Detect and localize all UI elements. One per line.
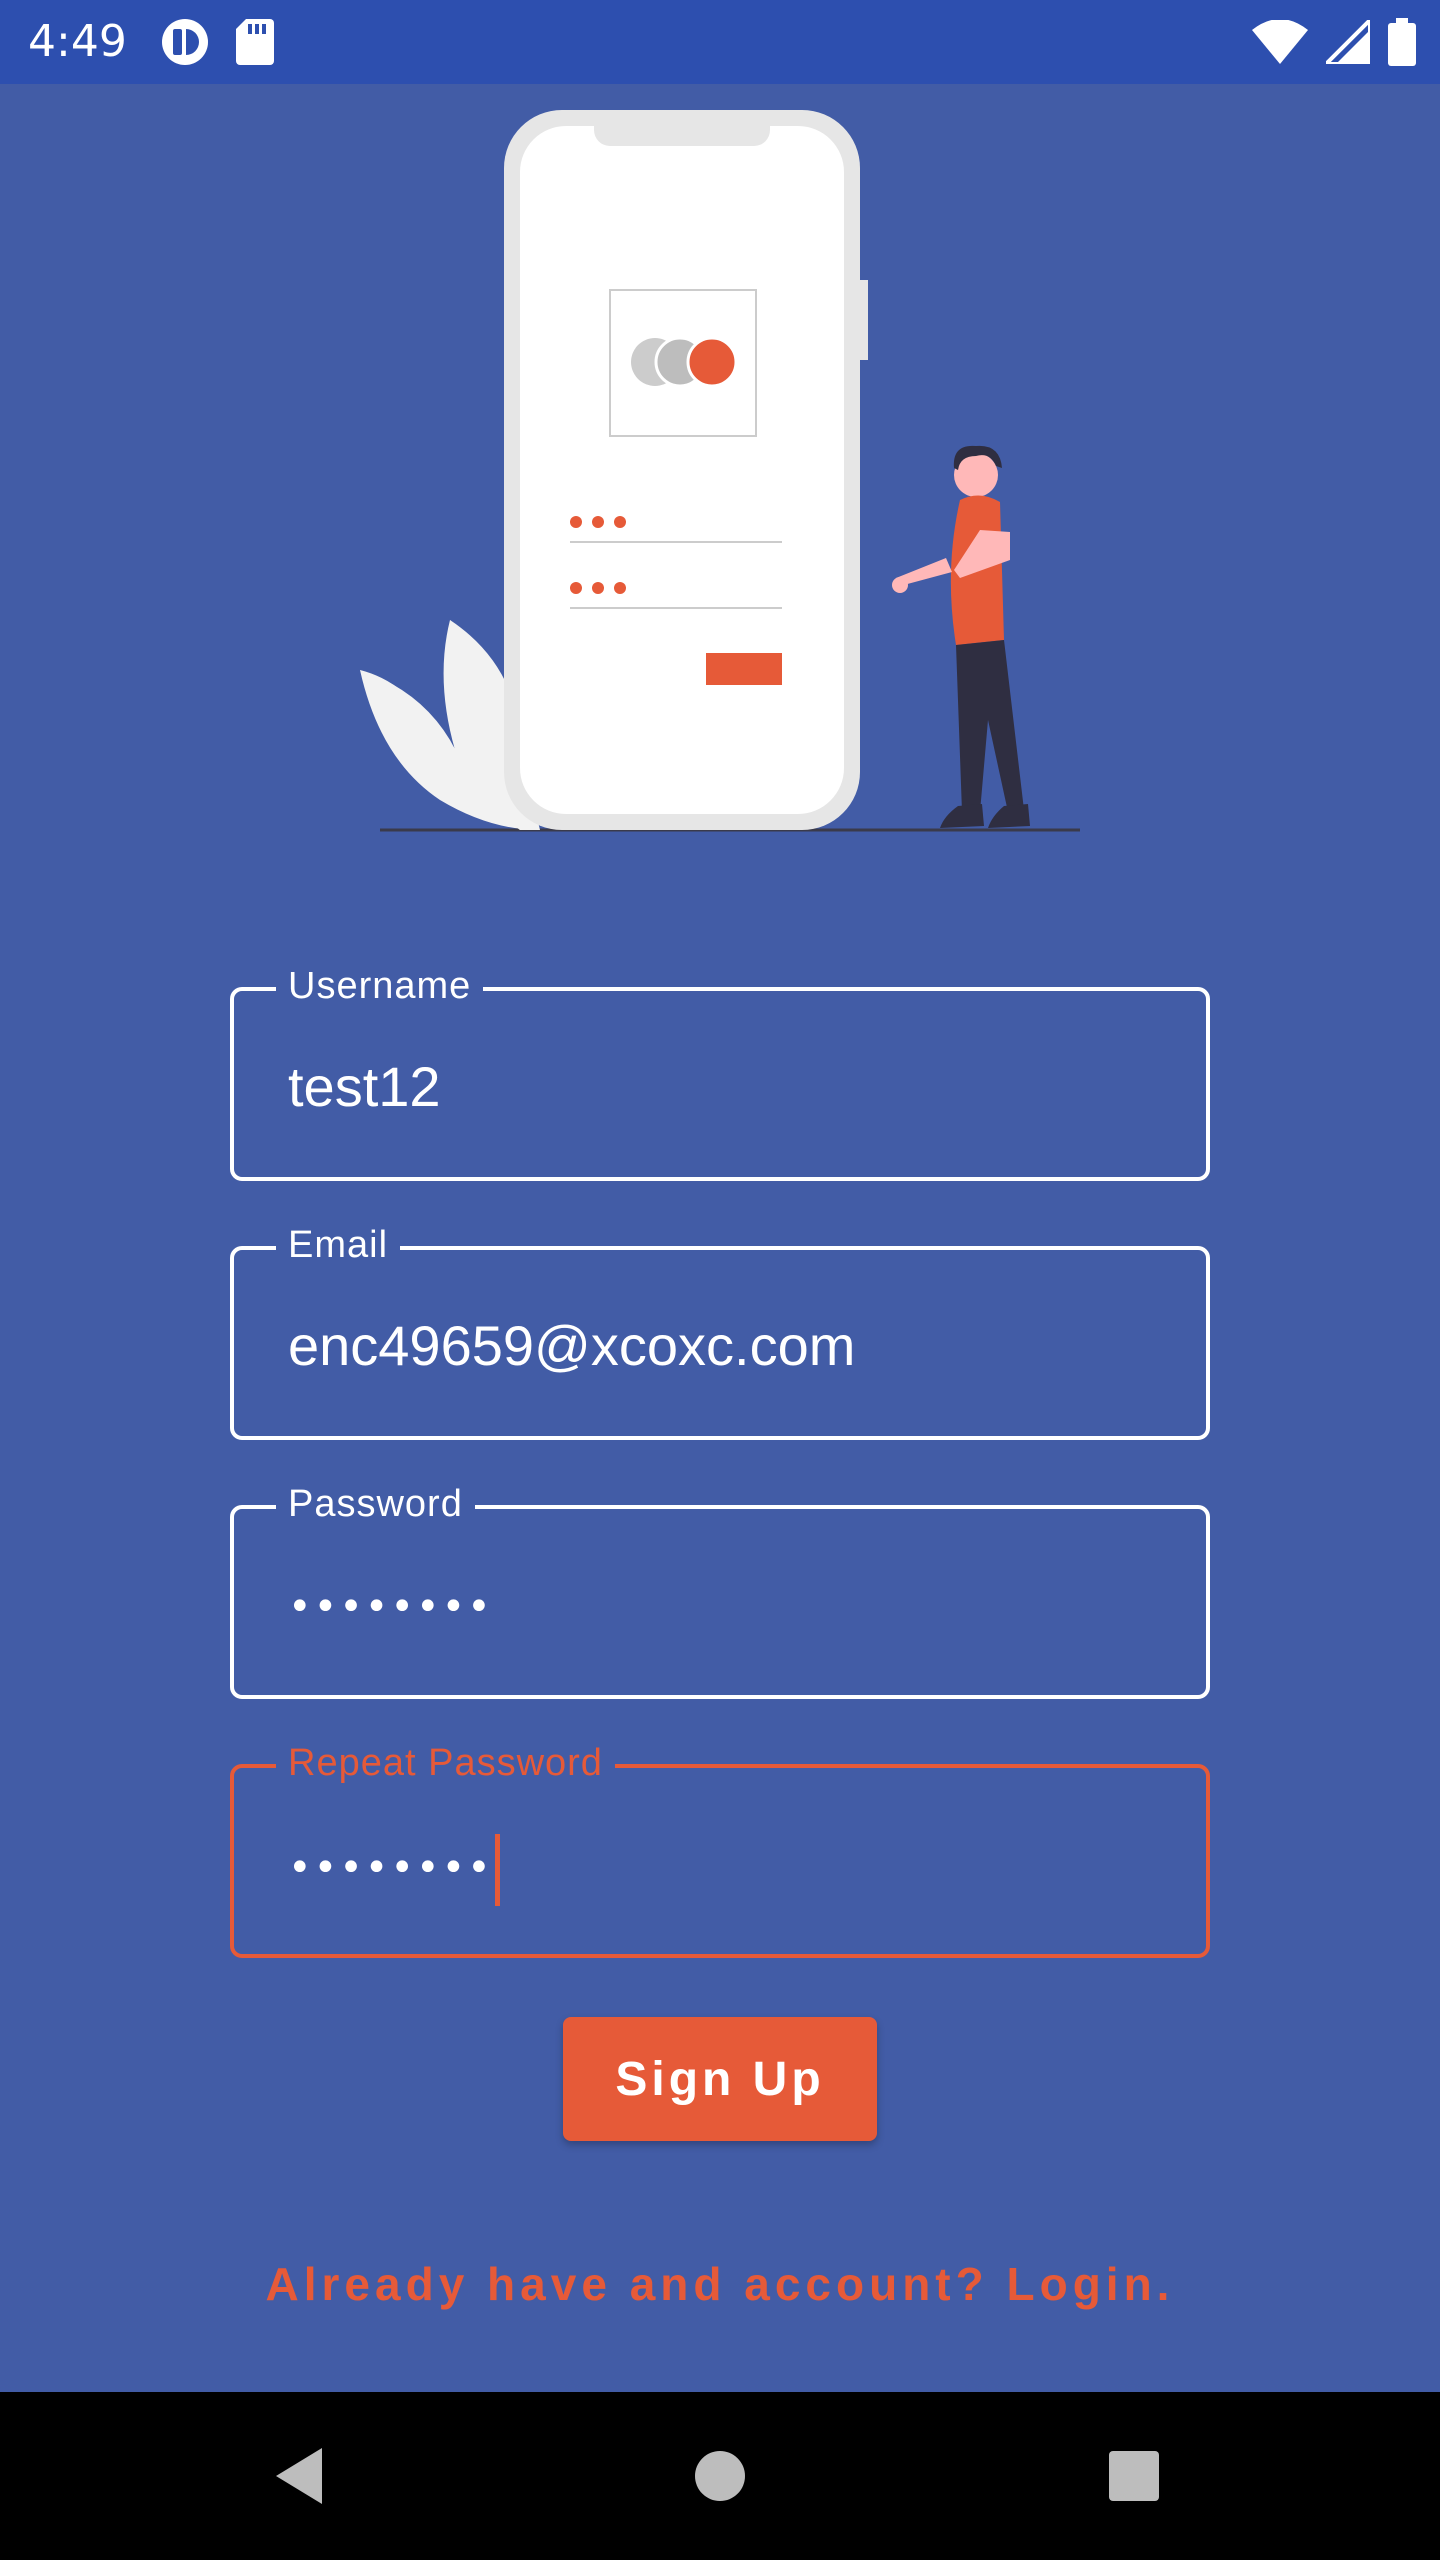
home-button[interactable] [670, 2426, 770, 2526]
back-icon [276, 2448, 322, 2504]
sd-card-icon [236, 19, 274, 65]
repeat-password-field[interactable]: Repeat Password •••••••• [230, 1739, 1210, 1958]
status-left-icons [160, 14, 274, 70]
battery-icon [1388, 18, 1416, 66]
home-icon [695, 2451, 745, 2501]
repeat-password-input[interactable]: •••••••• [288, 1845, 493, 1891]
repeat-password-label: Repeat Password [276, 1739, 615, 1787]
navigation-bar [0, 2392, 1440, 2560]
recents-icon [1109, 2451, 1159, 2501]
status-time: 4:49 [28, 16, 127, 67]
signup-screen: 4:49 Username test12 Email enc49659@xcox… [0, 0, 1440, 2560]
status-bar: 4:49 [0, 0, 1440, 84]
sync-app-icon [162, 19, 208, 65]
status-right-icons [1252, 14, 1416, 70]
phone-illustration [504, 110, 868, 830]
username-field[interactable]: Username test12 [230, 962, 1210, 1181]
login-link[interactable]: Already have and account? Login. [0, 2252, 1440, 2316]
signup-illustration [360, 110, 1080, 832]
repeat-password-input-wrap[interactable]: •••••••• [288, 1834, 1148, 1906]
signup-button[interactable]: Sign Up [563, 2017, 877, 2141]
person-illustration [892, 445, 1030, 828]
password-input[interactable]: •••••••• [288, 1575, 1148, 1639]
password-label: Password [276, 1480, 475, 1528]
recents-button[interactable] [1084, 2426, 1184, 2526]
wifi-icon [1252, 20, 1308, 64]
email-label: Email [276, 1221, 401, 1269]
username-input[interactable]: test12 [288, 1055, 1148, 1119]
email-input[interactable]: enc49659@xcoxc.com [288, 1314, 1148, 1378]
cell-signal-icon [1326, 20, 1370, 64]
email-field[interactable]: Email enc49659@xcoxc.com [230, 1221, 1210, 1440]
back-button[interactable] [250, 2426, 350, 2526]
password-field[interactable]: Password •••••••• [230, 1480, 1210, 1699]
text-cursor [494, 1834, 500, 1906]
username-label: Username [276, 962, 484, 1010]
